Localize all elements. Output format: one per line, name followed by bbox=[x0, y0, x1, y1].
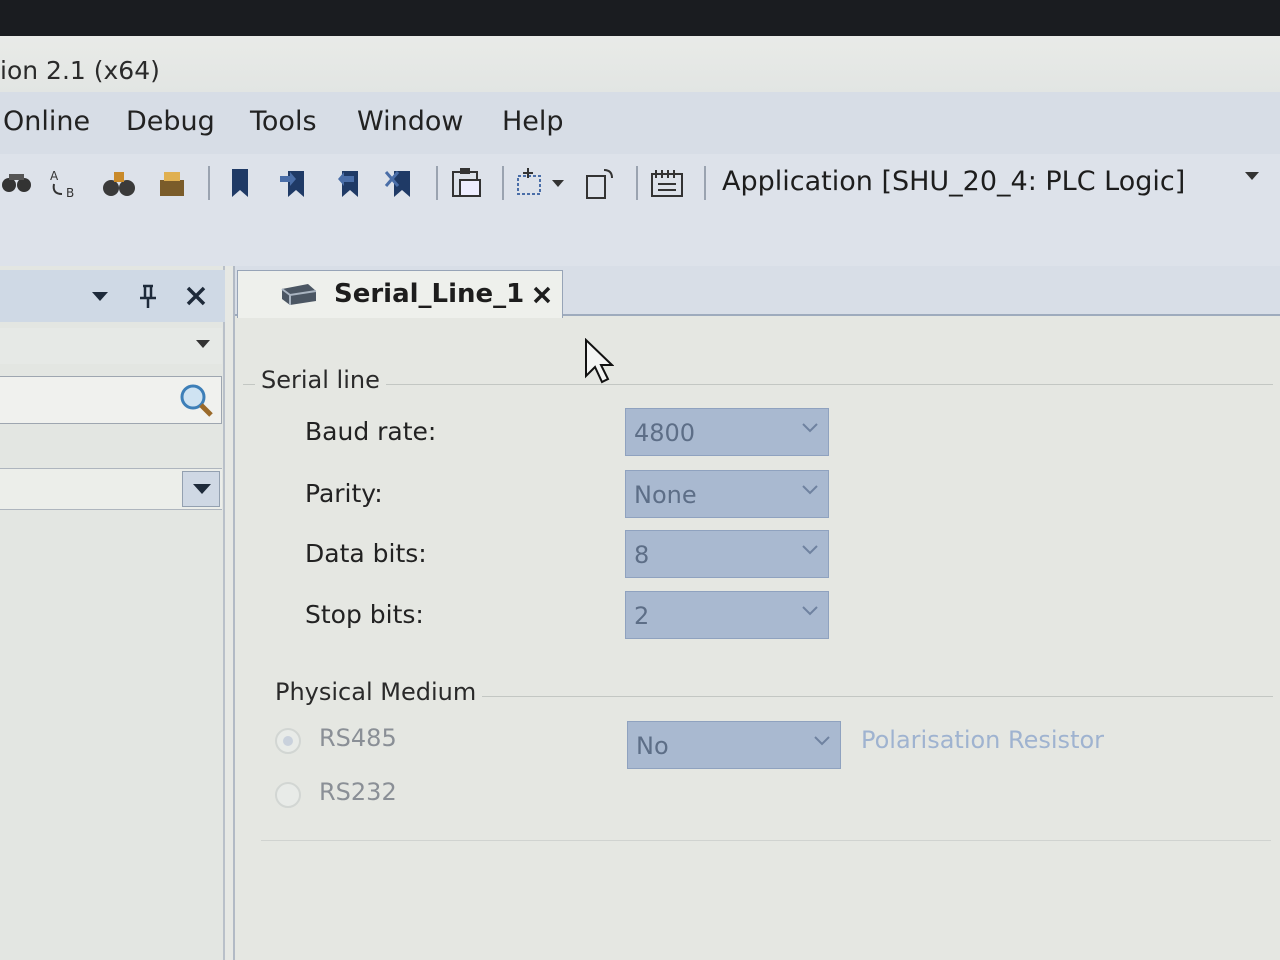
filter-dropdown-button[interactable] bbox=[182, 471, 220, 507]
window-title: ion 2.1 (x64) bbox=[0, 56, 160, 85]
baud-rate-value: 4800 bbox=[634, 419, 696, 447]
chevron-down-icon bbox=[802, 606, 818, 616]
panel-menu-icon[interactable] bbox=[86, 282, 114, 310]
search-icon[interactable] bbox=[177, 381, 217, 421]
toolbar-separator bbox=[208, 166, 210, 200]
toolbar-separator bbox=[502, 166, 504, 200]
find-icon[interactable] bbox=[0, 166, 34, 200]
chevron-down-icon bbox=[196, 340, 210, 348]
physical-medium-group-title: Physical Medium bbox=[269, 678, 483, 706]
baud-rate-label: Baud rate: bbox=[305, 417, 437, 446]
bookmark-icon[interactable] bbox=[224, 166, 258, 200]
chevron-down-icon bbox=[802, 423, 818, 433]
breakpoints-icon[interactable] bbox=[650, 166, 684, 200]
binoculars-icon[interactable] bbox=[102, 166, 136, 200]
device-icon bbox=[281, 284, 317, 305]
polarisation-resistor-combo[interactable]: No bbox=[627, 721, 841, 769]
tab-strip: Serial_Line_1 bbox=[235, 266, 1280, 318]
toolbar-separator bbox=[436, 166, 438, 200]
chevron-down-icon bbox=[814, 736, 830, 746]
stop-bits-label: Stop bits: bbox=[305, 600, 424, 629]
next-bookmark-icon[interactable] bbox=[278, 166, 312, 200]
screen: ion 2.1 (x64) Online Debug Tools Window … bbox=[0, 36, 1280, 960]
group-bottom-divider bbox=[261, 840, 1271, 841]
svg-text:B: B bbox=[66, 186, 74, 200]
toolbar-band bbox=[0, 210, 1280, 266]
chevron-down-icon bbox=[802, 485, 818, 495]
menu-window[interactable]: Window bbox=[357, 106, 463, 137]
parity-combo[interactable]: None bbox=[625, 470, 829, 518]
group-divider bbox=[455, 696, 1273, 697]
chevron-down-icon bbox=[193, 484, 211, 494]
rs485-label: RS485 bbox=[319, 724, 397, 752]
toolbar-separator bbox=[636, 166, 638, 200]
menu-tools[interactable]: Tools bbox=[250, 106, 317, 137]
parity-value: None bbox=[634, 481, 697, 509]
rs485-radio[interactable] bbox=[275, 728, 301, 754]
menu-online[interactable]: Online bbox=[3, 106, 90, 137]
editor-area: Serial_Line_1 Serial line Baud rate: 480… bbox=[233, 266, 1280, 960]
clear-find-icon[interactable] bbox=[156, 166, 190, 200]
svg-text:A: A bbox=[50, 169, 59, 183]
chevron-down-icon bbox=[802, 545, 818, 555]
mouse-cursor-icon bbox=[585, 338, 614, 384]
baud-rate-combo[interactable]: 4800 bbox=[625, 408, 829, 456]
parity-label: Parity: bbox=[305, 479, 383, 508]
data-bits-value: 8 bbox=[634, 541, 650, 569]
tab-label: Serial_Line_1 bbox=[334, 279, 525, 309]
login-icon[interactable] bbox=[582, 166, 616, 200]
panel-filter-row bbox=[0, 468, 222, 510]
toolbar-separator bbox=[704, 166, 706, 200]
active-application-combo[interactable]: Application [SHU_20_4: PLC Logic] bbox=[716, 162, 1261, 202]
group-divider bbox=[243, 384, 1273, 385]
active-application-label: Application [SHU_20_4: PLC Logic] bbox=[722, 166, 1186, 197]
close-icon[interactable] bbox=[530, 283, 554, 307]
close-icon[interactable] bbox=[182, 282, 210, 310]
devices-panel bbox=[0, 266, 225, 960]
clear-bookmarks-icon[interactable] bbox=[384, 166, 418, 200]
prev-bookmark-icon[interactable] bbox=[332, 166, 366, 200]
toolbar: AB Application [SHU_20_4: PLC Logic] bbox=[0, 154, 1280, 210]
serial-line-group-title: Serial line bbox=[255, 366, 386, 394]
pin-icon[interactable] bbox=[134, 282, 162, 310]
stop-bits-combo[interactable]: 2 bbox=[625, 591, 829, 639]
panel-header bbox=[0, 270, 225, 322]
stop-bits-value: 2 bbox=[634, 602, 650, 630]
find-replace-icon[interactable]: AB bbox=[48, 166, 82, 200]
rs232-option[interactable]: RS232 bbox=[275, 778, 475, 812]
polarisation-resistor-label: Polarisation Resistor bbox=[861, 726, 1105, 754]
insert-icon[interactable] bbox=[514, 166, 548, 200]
menu-help[interactable]: Help bbox=[502, 106, 564, 137]
tab-serial-line[interactable]: Serial_Line_1 bbox=[237, 270, 563, 318]
panel-view-combo[interactable] bbox=[0, 328, 222, 364]
rs232-label: RS232 bbox=[319, 778, 397, 806]
menu-bar: Online Debug Tools Window Help bbox=[0, 92, 1280, 154]
panel-search-field[interactable] bbox=[0, 376, 222, 424]
menu-debug[interactable]: Debug bbox=[126, 106, 215, 137]
rs232-radio[interactable] bbox=[275, 782, 301, 808]
polarisation-value: No bbox=[636, 732, 669, 760]
title-bar: ion 2.1 (x64) bbox=[0, 36, 1280, 92]
paste-icon[interactable] bbox=[450, 166, 484, 200]
chevron-down-icon[interactable] bbox=[552, 180, 564, 188]
data-bits-label: Data bits: bbox=[305, 539, 427, 568]
rs485-option[interactable]: RS485 bbox=[275, 724, 475, 758]
data-bits-combo[interactable]: 8 bbox=[625, 530, 829, 578]
chevron-down-icon bbox=[1245, 172, 1259, 180]
